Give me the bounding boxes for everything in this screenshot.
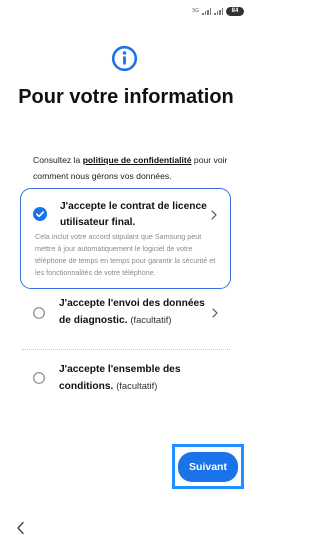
privacy-policy-link[interactable]: politique de confidentialité	[83, 155, 192, 165]
eula-title: J'accepte le contrat de licence utilisat…	[60, 199, 210, 231]
battery-icon: 84	[226, 7, 244, 16]
divider	[22, 349, 230, 350]
diagnostic-option[interactable]: J'accepte l'envoi des données de diagnos…	[20, 292, 231, 346]
info-icon	[111, 45, 138, 72]
checked-icon[interactable]	[33, 207, 47, 221]
chevron-right-icon[interactable]	[210, 210, 218, 220]
accept-all-optional: (facultatif)	[116, 380, 158, 391]
diagnostic-optional: (facultatif)	[130, 314, 172, 325]
next-button[interactable]: Suivant	[178, 452, 238, 482]
unchecked-radio-icon[interactable]	[33, 372, 45, 384]
back-icon[interactable]	[16, 521, 25, 535]
intro-text: Consultez la politique de confidentialit…	[33, 152, 243, 184]
signal-icon-2	[214, 8, 223, 15]
chevron-right-icon[interactable]	[211, 308, 219, 318]
intro-prefix: Consultez la	[33, 155, 83, 165]
diagnostic-title: J'accepte l'envoi des données de diagnos…	[59, 296, 209, 329]
eula-title-text: J'accepte le contrat de licence utilisat…	[60, 201, 207, 228]
signal-icon	[202, 8, 211, 15]
accept-all-option[interactable]: J'accepte l'ensemble des conditions. (fa…	[20, 362, 231, 412]
unchecked-radio-icon[interactable]	[33, 307, 45, 319]
eula-description: Cela inclut votre accord stipulant que S…	[35, 232, 216, 277]
page-title: Pour votre information	[18, 86, 234, 108]
eula-option[interactable]: J'accepte le contrat de licence utilisat…	[20, 188, 231, 289]
network-type: 5G	[192, 8, 199, 14]
status-bar: 5G 84	[0, 0, 252, 22]
accept-all-title: J'accepte l'ensemble des conditions. (fa…	[59, 362, 209, 395]
status-icons: 5G 84	[192, 7, 244, 16]
